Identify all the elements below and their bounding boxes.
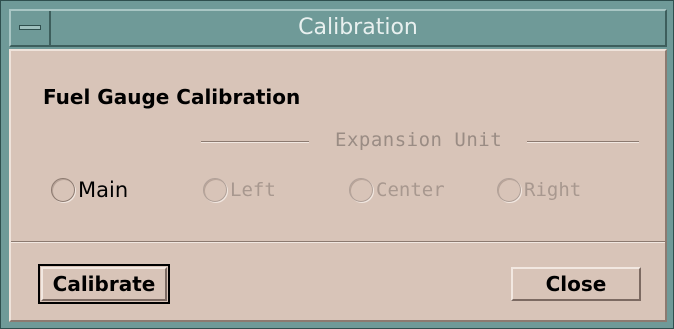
close-button[interactable]: Close bbox=[511, 267, 641, 301]
radio-circle bbox=[349, 178, 373, 202]
radio-circle[interactable] bbox=[51, 178, 75, 202]
radio-right: Right bbox=[497, 175, 581, 205]
radio-main[interactable]: Main bbox=[51, 175, 128, 205]
expansion-line-right bbox=[527, 141, 639, 143]
window-title: Calibration bbox=[298, 15, 418, 40]
radio-circle bbox=[203, 178, 227, 202]
radio-label: Main bbox=[78, 178, 129, 202]
radio-left: Left bbox=[203, 175, 276, 205]
window-menu-button[interactable] bbox=[11, 11, 51, 45]
calibration-window: Calibration Fuel Gauge Calibration Expan… bbox=[0, 0, 674, 329]
radio-center: Center bbox=[349, 175, 445, 205]
title-bar[interactable]: Calibration bbox=[9, 9, 667, 47]
calibrate-button[interactable]: Calibrate bbox=[38, 264, 170, 304]
separator bbox=[11, 241, 665, 243]
radio-circle bbox=[497, 178, 521, 202]
radio-label: Right bbox=[524, 179, 582, 201]
expansion-line-left bbox=[201, 141, 309, 143]
dialog-body: Fuel Gauge Calibration Expansion Unit Ma… bbox=[9, 49, 667, 322]
expansion-unit-label: Expansion Unit bbox=[335, 129, 503, 151]
window-menu-icon bbox=[19, 25, 41, 30]
section-heading: Fuel Gauge Calibration bbox=[43, 85, 301, 109]
radio-label: Center bbox=[376, 179, 445, 201]
radio-label: Left bbox=[230, 179, 276, 201]
